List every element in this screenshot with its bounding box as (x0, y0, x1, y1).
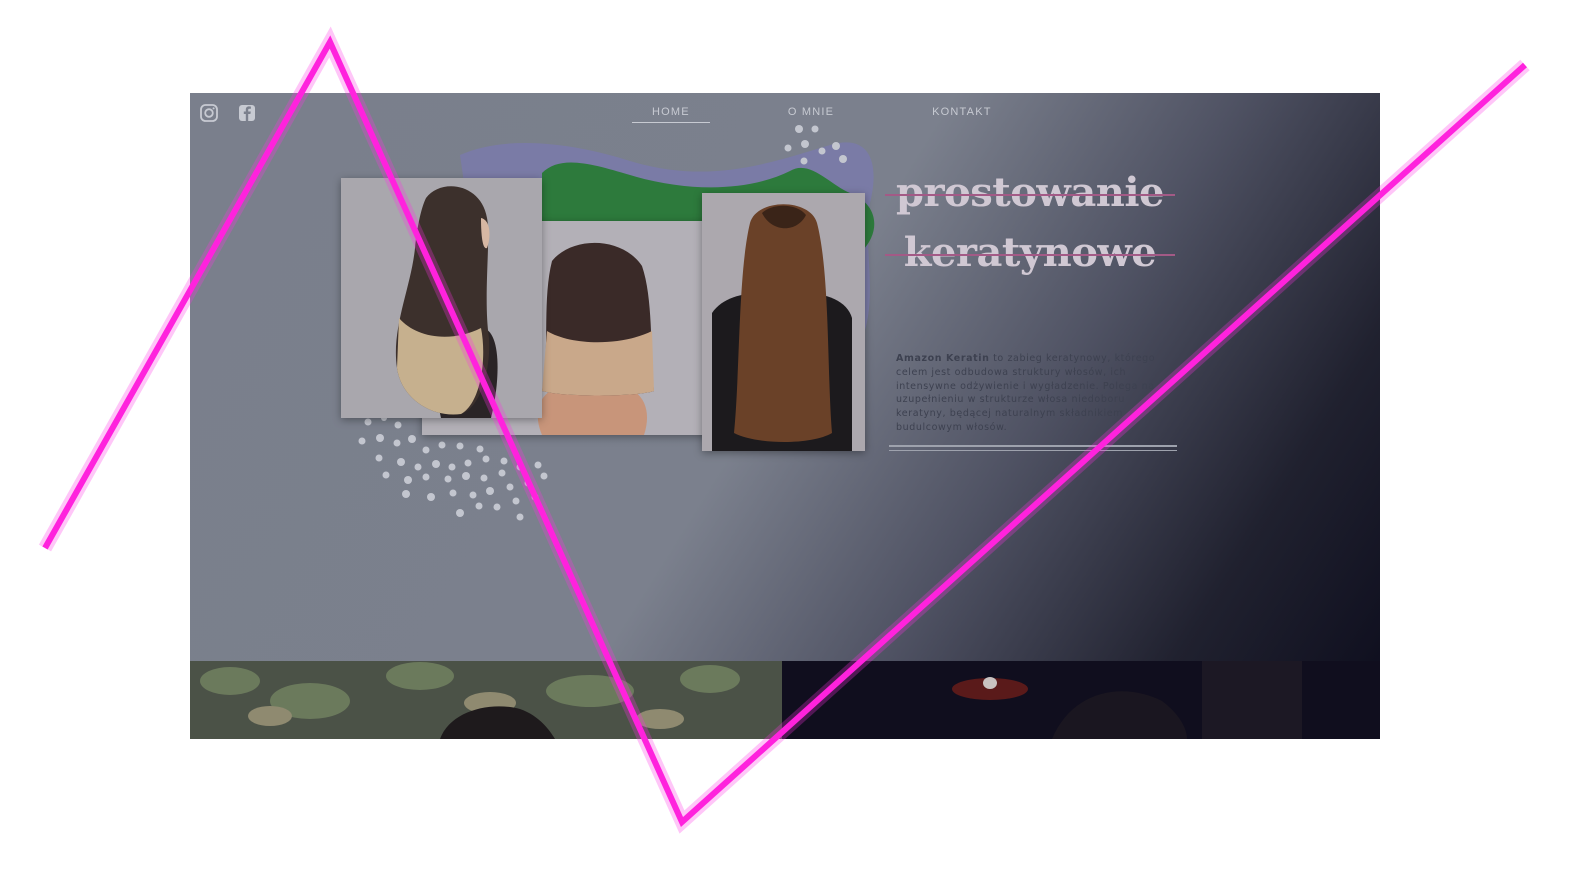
title-strike-1 (885, 194, 1175, 196)
title-line-2: keratynowe (903, 229, 1157, 276)
hero-title: prostowanie keratynowe (885, 163, 1175, 283)
desc-text: to zabieg keratynowy, którego celem jest… (896, 353, 1156, 433)
next-section-preview (190, 661, 1380, 739)
divider-line (889, 445, 1177, 447)
desc-brand: Amazon Keratin (896, 353, 990, 364)
photo-long-hair (702, 193, 865, 451)
title-line-1: prostowanie (896, 169, 1164, 216)
hero-description: Amazon Keratin to zabieg keratynowy, któ… (896, 352, 1176, 435)
band-photo-plants (190, 661, 782, 739)
website-viewport: HOME O MNIE KONTAKT prostowanie keratyno… (190, 93, 1380, 739)
band-photo-dark (782, 661, 1380, 739)
title-strike-2 (885, 254, 1175, 256)
divider-line-thin (889, 450, 1177, 451)
photo-side-profile (341, 178, 542, 418)
